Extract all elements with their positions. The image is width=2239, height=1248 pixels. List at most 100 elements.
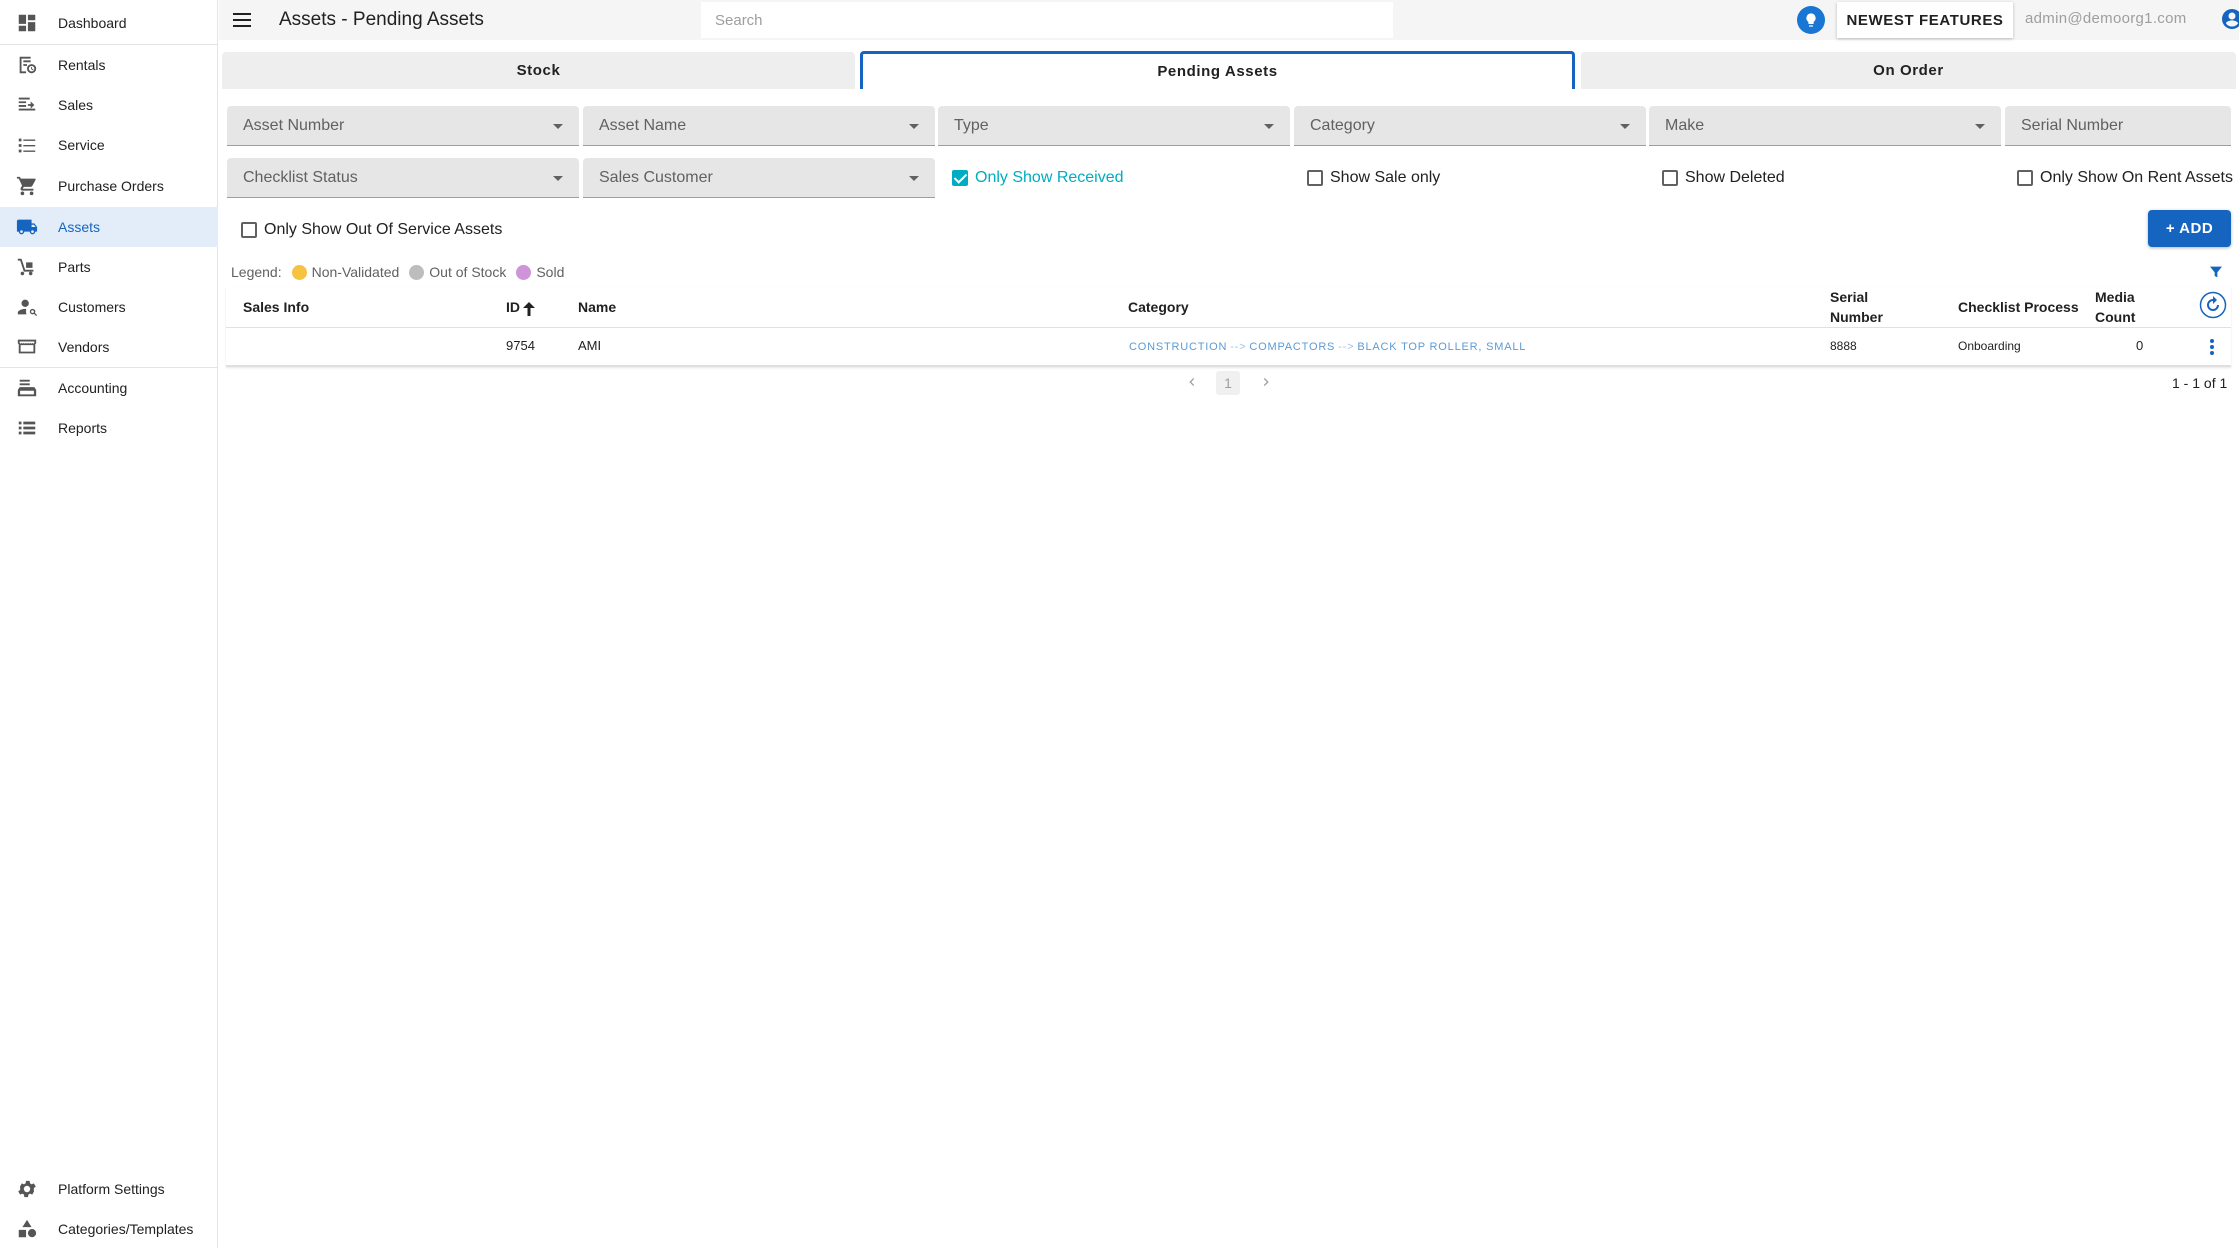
category-separator: --> (1338, 341, 1355, 353)
checklist-status-label: Checklist Status (243, 169, 358, 186)
cell-name[interactable]: AMI (578, 336, 601, 356)
sidebar-item-service[interactable]: Service (0, 126, 218, 164)
column-header-label: Serial (1830, 289, 1869, 305)
sidebar-item-categories-templates[interactable]: Categories/Templates (0, 1210, 218, 1248)
category-crumb[interactable]: COMPACTORS (1249, 341, 1335, 353)
only-show-received-checkbox[interactable]: Only Show Received (952, 167, 1124, 189)
nav-divider (0, 367, 218, 368)
legend-item-label: Out of Stock (429, 264, 507, 280)
sidebar-item-dashboard[interactable]: Dashboard (0, 4, 218, 42)
category-crumb[interactable]: BLACK TOP ROLLER, SMALL (1357, 341, 1526, 353)
only-show-out-of-service-checkbox[interactable]: Only Show Out Of Service Assets (241, 219, 502, 241)
checkbox-icon (1307, 170, 1323, 186)
accounting-icon (16, 377, 38, 399)
asset-number-select[interactable]: Asset Number (227, 106, 579, 146)
chevron-right-icon[interactable] (1258, 374, 1274, 390)
type-select[interactable]: Type (938, 106, 1290, 146)
sidebar-item-label: Platform Settings (58, 1181, 165, 1197)
checklist-status-select[interactable]: Checklist Status (227, 158, 579, 198)
rentals-icon (16, 54, 38, 76)
checkbox-label: Show Deleted (1685, 169, 1785, 186)
legend: Legend: Non-Validated Out of Stock Sold (231, 263, 564, 281)
chevron-down-icon (553, 124, 563, 129)
sidebar-item-customers[interactable]: Customers (0, 288, 218, 326)
show-sale-only-checkbox[interactable]: Show Sale only (1307, 167, 1440, 189)
sidebar-item-accounting[interactable]: Accounting (0, 369, 218, 407)
page-title: Assets - Pending Assets (279, 9, 484, 30)
cell-checklist-process: Onboarding (1958, 339, 2021, 353)
menu-icon[interactable] (231, 9, 253, 31)
top-bar: Assets - Pending Assets NEWEST FEATURES … (219, 0, 2239, 40)
tab-stock[interactable]: Stock (222, 52, 855, 89)
category-label: Category (1310, 117, 1375, 134)
add-asset-button[interactable]: + ADD (2148, 210, 2231, 247)
reports-icon (16, 417, 38, 439)
sales-customer-select[interactable]: Sales Customer (583, 158, 935, 198)
checkbox-icon (241, 222, 257, 238)
sidebar-item-label: Categories/Templates (58, 1221, 194, 1237)
make-select[interactable]: Make (1649, 106, 2001, 146)
sidebar-item-rentals[interactable]: Rentals (0, 46, 218, 84)
category-crumb[interactable]: CONSTRUCTION (1129, 341, 1227, 353)
cell-serial-number: 8888 (1830, 339, 1857, 353)
show-deleted-checkbox[interactable]: Show Deleted (1662, 167, 1785, 189)
only-show-on-rent-checkbox[interactable]: Only Show On Rent Assets (2017, 167, 2233, 189)
column-header-category[interactable]: Category (1128, 297, 1189, 317)
asset-name-select[interactable]: Asset Name (583, 106, 935, 146)
search-input[interactable] (701, 2, 1393, 38)
column-header-sales-info[interactable]: Sales Info (243, 297, 309, 317)
serial-number-label: Serial Number (2021, 117, 2124, 134)
legend-item-sold: Sold (516, 264, 564, 280)
checkbox-checked-icon (952, 170, 968, 186)
sidebar-item-purchase-orders[interactable]: Purchase Orders (0, 167, 218, 205)
column-header-name[interactable]: Name (578, 297, 616, 317)
asset-number-label: Asset Number (243, 117, 345, 134)
column-header-label: Number (1830, 309, 1883, 325)
refresh-icon[interactable] (2199, 291, 2227, 319)
newest-features-button[interactable]: NEWEST FEATURES (1837, 2, 2013, 38)
column-header-checklist-process[interactable]: Checklist Process (1958, 297, 2079, 317)
column-header-id[interactable]: ID (506, 297, 535, 317)
sidebar-item-reports[interactable]: Reports (0, 409, 218, 447)
legend-label: Legend: (231, 264, 282, 280)
sales-customer-label: Sales Customer (599, 169, 713, 186)
sidebar-item-label: Assets (58, 219, 101, 235)
checkbox-label: Only Show Received (975, 169, 1124, 186)
chevron-left-icon[interactable] (1184, 374, 1200, 390)
sidebar-item-vendors[interactable]: Vendors (0, 328, 218, 366)
tab-on-order[interactable]: On Order (1581, 52, 2236, 89)
column-header-media-count[interactable]: Media Count (2095, 287, 2135, 327)
chevron-down-icon (1264, 124, 1274, 129)
sidebar-item-platform-settings[interactable]: Platform Settings (0, 1170, 218, 1208)
vendors-icon (16, 336, 38, 358)
legend-item-label: Sold (536, 264, 565, 280)
account-icon[interactable] (2220, 7, 2239, 31)
header-divider (226, 327, 2231, 328)
column-header-label: Count (2095, 309, 2136, 325)
chevron-down-icon (553, 176, 563, 181)
category-select[interactable]: Category (1294, 106, 1646, 146)
sidebar-item-label: Customers (58, 299, 126, 315)
tab-pending-assets[interactable]: Pending Assets (860, 51, 1575, 89)
cell-id: 9754 (506, 338, 535, 353)
legend-item-label: Non-Validated (311, 264, 400, 280)
sidebar-item-label: Parts (58, 259, 91, 275)
legend-dot (409, 264, 425, 280)
asset-name-label: Asset Name (599, 117, 687, 134)
sidebar-item-assets[interactable]: Assets (0, 207, 218, 247)
sidebar-item-sales[interactable]: Sales (0, 86, 218, 124)
chevron-down-icon (1975, 124, 1985, 129)
filter-icon[interactable] (2208, 264, 2224, 280)
sidebar-item-label: Purchase Orders (58, 178, 164, 194)
arrow-up-icon (523, 301, 535, 317)
more-vert-icon[interactable] (2208, 337, 2216, 357)
sidebar-item-parts[interactable]: Parts (0, 248, 218, 286)
page-number-button[interactable]: 1 (1216, 371, 1240, 395)
category-separator: --> (1230, 341, 1247, 353)
serial-number-field[interactable]: Serial Number (2005, 106, 2231, 146)
column-header-serial-number[interactable]: Serial Number (1830, 287, 1883, 327)
sidebar-item-label: Dashboard (58, 15, 127, 31)
lightbulb-icon[interactable] (1797, 6, 1825, 34)
truck-icon (16, 216, 38, 238)
pagination-range: 1 - 1 of 1 (2172, 375, 2228, 391)
